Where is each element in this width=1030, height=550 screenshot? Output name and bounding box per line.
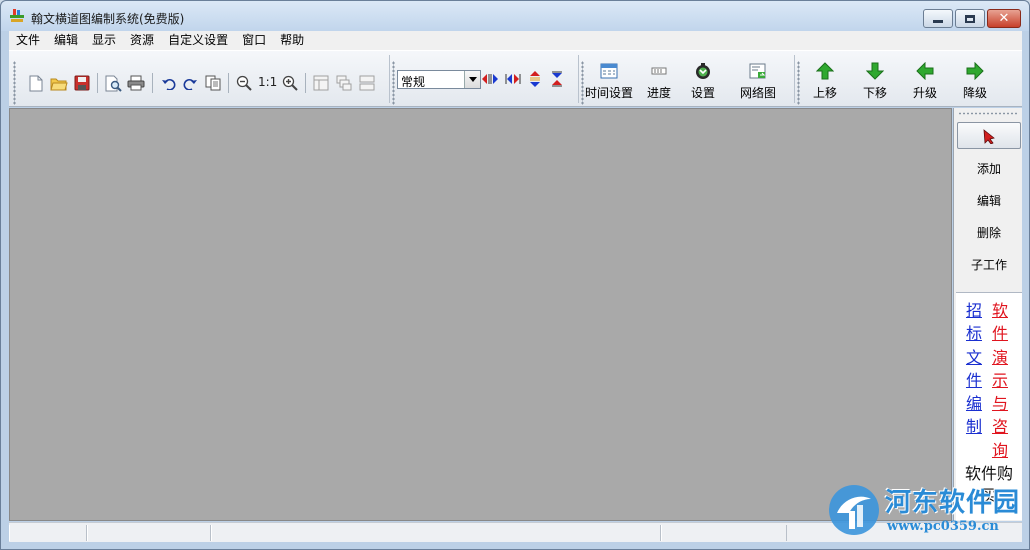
layout-split-icon[interactable] (312, 74, 330, 92)
task-side-panel: 添加 编辑 删除 子工作 前置 招 标 文 件 编 制 软 件 演 示 与 咨 … (953, 108, 1022, 521)
status-cell (661, 525, 787, 541)
expand-horizontal-icon[interactable] (481, 70, 499, 88)
subtask-button[interactable]: 子工作 (957, 251, 1021, 278)
select-pointer-button[interactable] (957, 122, 1021, 149)
watermark-logo-icon (829, 485, 879, 535)
toolbar: 1:1 常规 时间设置 进度 设置 网络图 上移 下移 升级 降级 (9, 50, 1022, 107)
zoom-in-icon[interactable] (281, 74, 299, 92)
status-cell (9, 525, 87, 541)
menu-help[interactable]: 帮助 (273, 31, 311, 50)
edit-task-button[interactable]: 编辑 (957, 187, 1021, 214)
save-icon[interactable] (73, 74, 91, 92)
toolbar-separator (228, 73, 229, 93)
site-watermark: 河东软件园 www.pc0359.cn (825, 479, 1025, 545)
toolbar-grip[interactable] (797, 61, 800, 105)
view-mode-select[interactable]: 常规 (397, 70, 481, 89)
add-task-button[interactable]: 添加 (957, 155, 1021, 182)
progress-icon (648, 60, 670, 82)
promote-button[interactable]: 升级 (909, 56, 941, 104)
arrow-right-icon (964, 60, 986, 82)
fit-vertical-icon[interactable] (548, 70, 566, 88)
maximize-button[interactable] (955, 9, 985, 28)
arrow-left-icon (914, 60, 936, 82)
menu-window[interactable]: 窗口 (235, 31, 273, 50)
chevron-down-icon[interactable] (464, 71, 480, 88)
title-bar[interactable]: 翰文横道图编制系统(免费版) ✕ (1, 1, 1029, 31)
cascade-windows-icon[interactable] (335, 74, 353, 92)
expand-vertical-icon[interactable] (526, 70, 544, 88)
menu-bar: 文件 编辑 显示 资源 自定义设置 窗口 帮助 (9, 31, 1022, 50)
settings-button[interactable]: 设置 (685, 56, 721, 104)
move-down-button[interactable]: 下移 (859, 56, 891, 104)
redo-icon[interactable] (181, 74, 199, 92)
toolbar-separator (97, 73, 98, 93)
toolbar-separator (305, 73, 306, 93)
menu-file[interactable]: 文件 (9, 31, 47, 50)
time-settings-button[interactable]: 时间设置 (583, 56, 635, 104)
menu-view[interactable]: 显示 (85, 31, 123, 50)
toolbar-grip[interactable] (392, 61, 395, 105)
app-window: 翰文横道图编制系统(免费版) ✕ 文件 编辑 显示 资源 自定义设置 窗口 帮助 (0, 0, 1030, 550)
tender-document-link[interactable]: 招 标 文 件 编 制 (964, 299, 984, 439)
watermark-site-name: 河东软件园 (885, 488, 1021, 518)
arrow-down-icon (864, 60, 886, 82)
panel-grip[interactable] (958, 112, 1018, 115)
demote-button[interactable]: 降级 (959, 56, 991, 104)
open-folder-icon[interactable] (50, 74, 68, 92)
progress-label: 进度 (646, 86, 671, 100)
move-up-button[interactable]: 上移 (809, 56, 841, 104)
calendar-icon (598, 60, 620, 82)
close-button[interactable]: ✕ (987, 9, 1021, 28)
toolbar-separator (152, 73, 153, 93)
undo-icon[interactable] (159, 74, 177, 92)
toolbar-grip[interactable] (13, 61, 16, 105)
network-diagram-label: 网络图 (739, 86, 776, 100)
menu-custom-settings[interactable]: 自定义设置 (161, 31, 235, 50)
window-title: 翰文横道图编制系统(免费版) (31, 12, 185, 26)
new-file-icon[interactable] (27, 74, 45, 92)
maximize-icon (965, 14, 975, 23)
demote-label: 降级 (962, 86, 987, 100)
settings-label: 设置 (690, 86, 715, 100)
gantt-canvas[interactable] (9, 108, 952, 521)
close-icon: ✕ (998, 11, 1010, 26)
network-diagram-icon (747, 60, 769, 82)
settings-icon (692, 60, 714, 82)
zoom-out-icon[interactable] (235, 74, 253, 92)
watermark-site-url: www.pc0359.cn (887, 519, 999, 534)
print-preview-icon[interactable] (104, 74, 122, 92)
app-logo-icon (10, 9, 24, 22)
tile-windows-icon[interactable] (358, 74, 376, 92)
menu-resources[interactable]: 资源 (123, 31, 161, 50)
print-icon[interactable] (127, 74, 145, 92)
progress-button[interactable]: 进度 (641, 56, 677, 104)
minimize-icon (933, 20, 943, 23)
delete-task-button[interactable]: 删除 (957, 219, 1021, 246)
move-up-label: 上移 (812, 86, 837, 100)
view-mode-value: 常规 (401, 75, 426, 89)
cursor-arrow-icon (983, 128, 995, 144)
toolbar-group-standard: 1:1 (9, 55, 390, 105)
promote-label: 升级 (912, 86, 937, 100)
status-cell (211, 525, 661, 541)
arrow-up-icon (814, 60, 836, 82)
time-settings-label: 时间设置 (584, 86, 633, 100)
network-diagram-button[interactable]: 网络图 (735, 56, 781, 104)
status-cell (87, 525, 211, 541)
minimize-button[interactable] (923, 9, 953, 28)
move-down-label: 下移 (862, 86, 887, 100)
software-demo-link[interactable]: 软 件 演 示 与 咨 询 (990, 299, 1010, 462)
menu-edit[interactable]: 编辑 (47, 31, 85, 50)
fit-horizontal-icon[interactable] (504, 70, 522, 88)
copy-icon[interactable] (204, 74, 222, 92)
zoom-actual-size-button[interactable]: 1:1 (258, 75, 277, 89)
